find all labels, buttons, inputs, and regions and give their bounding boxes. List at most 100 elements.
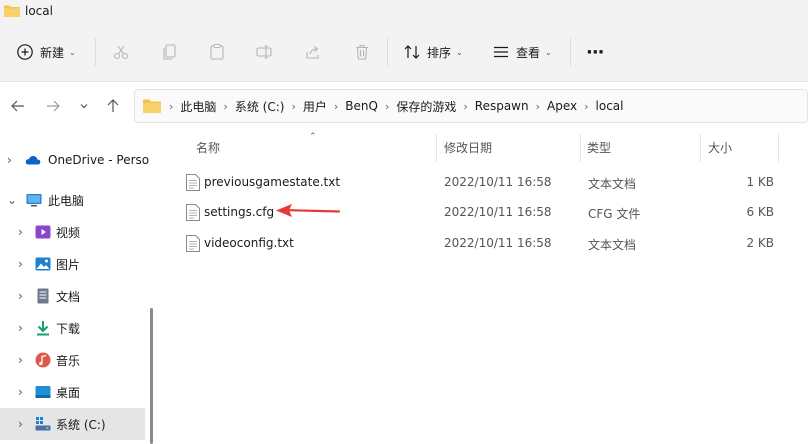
chevron-right-icon[interactable]: › bbox=[18, 321, 23, 335]
sidebar-item-pictures[interactable]: › 图片 bbox=[0, 248, 145, 280]
rename-icon bbox=[256, 45, 272, 59]
chevron-right-icon: › bbox=[463, 99, 468, 113]
sidebar-scrollbar[interactable] bbox=[150, 308, 153, 444]
file-size: 6 KB bbox=[746, 205, 774, 219]
trash-icon bbox=[356, 44, 368, 60]
rename-button[interactable] bbox=[255, 39, 273, 65]
cfg-file-icon bbox=[186, 204, 200, 221]
plus-circle-icon bbox=[17, 44, 33, 60]
address-row: › 此电脑 › 系统 (C:) › 用户 › BenQ › 保存的游戏 › Re… bbox=[0, 82, 808, 130]
chevron-down-icon[interactable]: ⌄ bbox=[7, 193, 17, 207]
chevron-right-icon[interactable]: › bbox=[7, 153, 12, 167]
sidebar-item-documents[interactable]: › 文档 bbox=[0, 280, 145, 312]
file-type: 文本文档 bbox=[588, 238, 637, 252]
address-bar[interactable]: › 此电脑 › 系统 (C:) › 用户 › BenQ › 保存的游戏 › Re… bbox=[134, 89, 808, 123]
sort-button[interactable]: 排序 ⌄ bbox=[403, 39, 463, 65]
clipboard-icon bbox=[210, 43, 224, 60]
chevron-right-icon[interactable]: › bbox=[18, 257, 23, 271]
recent-locations-button[interactable] bbox=[74, 96, 94, 116]
arrow-right-icon bbox=[47, 100, 60, 112]
paste-button[interactable] bbox=[208, 39, 226, 65]
column-divider[interactable] bbox=[580, 134, 581, 162]
more-button[interactable]: ··· bbox=[586, 39, 604, 65]
column-header-label: 类型 bbox=[587, 140, 612, 155]
sidebar-item-label: 视频 bbox=[56, 225, 81, 240]
cut-button[interactable] bbox=[112, 39, 130, 65]
file-row[interactable]: videoconfig.txt 2022/10/11 16:58 文本文档 2 … bbox=[160, 228, 808, 258]
file-name: videoconfig.txt bbox=[204, 236, 294, 250]
column-header-type[interactable]: 类型 bbox=[587, 130, 611, 164]
breadcrumb-item[interactable]: 保存的游戏 bbox=[396, 98, 456, 115]
breadcrumb-item-current[interactable]: local bbox=[596, 99, 624, 113]
folder-icon bbox=[143, 99, 161, 113]
sidebar-item-desktop[interactable]: › 桌面 bbox=[0, 376, 145, 408]
view-list-icon bbox=[494, 46, 508, 58]
chevron-right-icon: › bbox=[223, 99, 228, 113]
chevron-down-icon: ⌄ bbox=[456, 47, 463, 57]
breadcrumb-item[interactable]: 系统 (C:) bbox=[235, 98, 285, 115]
chevron-right-icon[interactable]: › bbox=[18, 417, 23, 431]
new-button[interactable]: 新建 ⌄ bbox=[16, 39, 76, 65]
column-header-label: 修改日期 bbox=[444, 140, 493, 155]
breadcrumb-item[interactable]: 此电脑 bbox=[180, 98, 216, 115]
chevron-right-icon: › bbox=[169, 99, 174, 113]
breadcrumb-item[interactable]: 用户 bbox=[303, 98, 327, 115]
delete-button[interactable] bbox=[353, 39, 371, 65]
column-header-date[interactable]: 修改日期 bbox=[444, 130, 492, 164]
chevron-right-icon: › bbox=[535, 99, 540, 113]
back-button[interactable] bbox=[8, 96, 28, 116]
chevron-right-icon[interactable]: › bbox=[18, 353, 23, 367]
file-row[interactable]: settings.cfg 2022/10/11 16:58 CFG 文件 6 K… bbox=[160, 197, 808, 227]
chevron-right-icon[interactable]: › bbox=[18, 225, 23, 239]
sidebar-item-label: 下载 bbox=[56, 321, 81, 336]
file-type: 文本文档 bbox=[588, 177, 637, 191]
sort-ascending-icon: ⌃ bbox=[309, 132, 317, 142]
sort-icon bbox=[404, 45, 420, 59]
chevron-right-icon[interactable]: › bbox=[18, 385, 23, 399]
column-header-name[interactable]: 名称 bbox=[196, 130, 220, 164]
column-divider[interactable] bbox=[436, 134, 437, 162]
breadcrumb-item[interactable]: Respawn bbox=[475, 99, 529, 113]
sidebar-item-label: 桌面 bbox=[56, 385, 81, 400]
sidebar-item-system-drive[interactable]: › 系统 (C:) bbox=[0, 408, 145, 440]
file-size: 2 KB bbox=[746, 236, 774, 250]
sidebar-item-this-pc[interactable]: ⌄ 此电脑 bbox=[0, 184, 145, 216]
breadcrumb-item[interactable]: Apex bbox=[547, 99, 577, 113]
chevron-down-icon: ⌄ bbox=[69, 47, 76, 57]
window-title: local bbox=[25, 4, 53, 18]
sidebar-item-videos[interactable]: › 视频 bbox=[0, 216, 145, 248]
view-button-label: 查看 bbox=[516, 45, 541, 60]
column-header-size[interactable]: 大小 bbox=[708, 130, 732, 164]
up-button[interactable] bbox=[103, 96, 123, 116]
monitor-icon bbox=[26, 194, 42, 207]
drive-icon bbox=[35, 417, 51, 431]
column-divider[interactable] bbox=[778, 134, 779, 162]
file-date: 2022/10/11 16:58 bbox=[444, 175, 552, 189]
text-file-icon bbox=[186, 235, 200, 252]
file-size: 1 KB bbox=[746, 175, 774, 189]
video-icon bbox=[35, 225, 51, 239]
document-icon bbox=[37, 288, 49, 304]
chevron-right-icon[interactable]: › bbox=[18, 289, 23, 303]
sidebar-item-music[interactable]: › 音乐 bbox=[0, 344, 145, 376]
arrow-left-icon bbox=[11, 100, 24, 112]
file-date: 2022/10/11 16:58 bbox=[444, 205, 552, 219]
copy-button[interactable] bbox=[161, 39, 179, 65]
chevron-right-icon: › bbox=[333, 99, 339, 113]
chevron-right-icon: › bbox=[384, 99, 390, 113]
chevron-right-icon: › bbox=[584, 99, 589, 113]
column-divider[interactable] bbox=[700, 134, 701, 162]
divider bbox=[570, 38, 571, 66]
sidebar-item-onedrive[interactable]: › OneDrive - Perso bbox=[0, 144, 149, 176]
divider bbox=[95, 38, 96, 66]
breadcrumb-item[interactable]: BenQ bbox=[345, 99, 378, 113]
file-row[interactable]: previousgamestate.txt 2022/10/11 16:58 文… bbox=[160, 167, 808, 197]
sidebar-item-downloads[interactable]: › 下载 bbox=[0, 312, 145, 344]
view-button[interactable]: 查看 ⌄ bbox=[492, 39, 552, 65]
sidebar-item-label: 音乐 bbox=[56, 353, 81, 368]
sidebar-item-label: 此电脑 bbox=[48, 193, 85, 208]
chevron-down-icon: ⌄ bbox=[545, 47, 552, 57]
share-button[interactable] bbox=[304, 39, 322, 65]
forward-button[interactable] bbox=[43, 96, 63, 116]
file-type: CFG 文件 bbox=[588, 207, 641, 221]
